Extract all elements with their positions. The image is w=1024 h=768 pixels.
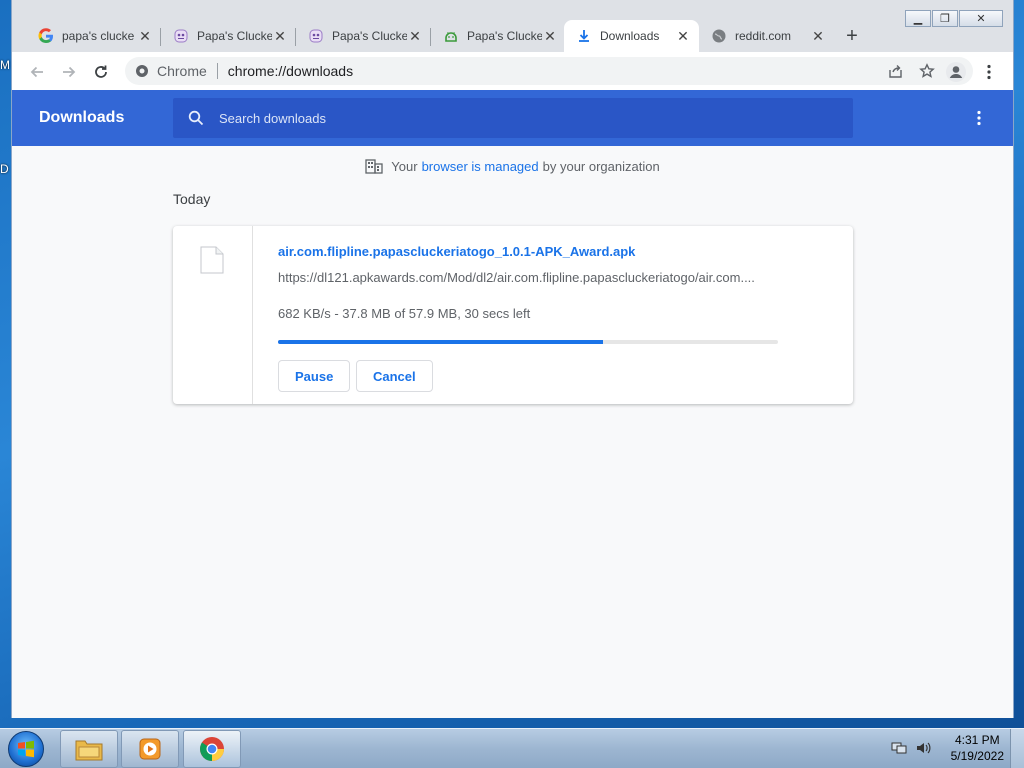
system-tray: 4:31 PM 5/19/2022 [891, 732, 1004, 764]
tab-title: Papa's Clucke [332, 29, 407, 43]
close-tab-icon[interactable]: ✕ [675, 28, 691, 44]
tab-title: Papa's Clucke [197, 29, 272, 43]
avatar-icon [946, 62, 966, 82]
taskbar-chrome[interactable] [183, 730, 241, 768]
new-tab-button[interactable]: + [840, 25, 864, 47]
tab-strip: papa's clucke ✕ Papa's Clucke ✕ Papa's C… [12, 0, 1013, 52]
close-window-button[interactable]: ✕ [959, 10, 1003, 27]
chrome-icon [200, 737, 224, 761]
close-tab-icon[interactable]: ✕ [137, 28, 153, 44]
omnibox-divider [216, 63, 218, 79]
restore-button[interactable]: ❐ [932, 10, 958, 27]
clock[interactable]: 4:31 PM 5/19/2022 [951, 732, 1004, 764]
managed-link[interactable]: browser is managed [422, 159, 539, 174]
site-chip: Chrome [157, 63, 207, 79]
download-progress-bar [278, 340, 778, 344]
clock-time: 4:31 PM [954, 733, 1000, 747]
android-icon [443, 28, 459, 44]
globe-icon [711, 28, 727, 44]
google-icon [38, 28, 54, 44]
search-box[interactable] [173, 98, 853, 138]
minimize-button[interactable]: ▁ [905, 10, 931, 27]
chrome-window: papa's clucke ✕ Papa's Clucke ✕ Papa's C… [11, 0, 1014, 718]
game-icon [308, 28, 324, 44]
address-bar[interactable]: Chrome chrome://downloads [125, 57, 973, 85]
tab-title: reddit.com [735, 29, 792, 43]
download-icon [576, 28, 592, 44]
page-title: Downloads [39, 109, 125, 126]
source-url[interactable]: https://dl121.apkawards.com/Mod/dl2/air.… [278, 270, 773, 285]
file-name-link[interactable]: air.com.flipline.papascluckeriatogo_1.0.… [278, 244, 635, 259]
downloads-menu-button[interactable] [971, 108, 987, 128]
desktop-icon-label-fragment: M [0, 58, 10, 72]
clock-date: 5/19/2022 [950, 749, 1004, 763]
forward-arrow-icon [63, 66, 76, 78]
toolbar: Chrome chrome://downloads [12, 52, 1013, 90]
close-tab-icon[interactable]: ✕ [542, 28, 558, 44]
window-controls: ▁ ❐ ✕ [904, 10, 1003, 27]
close-tab-icon[interactable]: ✕ [810, 28, 826, 44]
date-section-heading: Today [173, 191, 211, 207]
file-icon-column [173, 226, 253, 404]
download-status: 682 KB/s - 37.8 MB of 57.9 MB, 30 secs l… [278, 306, 531, 321]
tab-reddit[interactable]: reddit.com ✕ [699, 20, 834, 52]
search-input[interactable] [219, 110, 819, 126]
chrome-menu-button[interactable] [977, 60, 1001, 84]
download-progress-fill [278, 340, 603, 344]
tab-title: papa's clucke [62, 29, 135, 43]
taskbar-explorer[interactable] [60, 730, 118, 768]
tab-papas-cluckeria-3[interactable]: Papa's Clucke ✕ [431, 20, 566, 52]
windows-logo-icon [18, 740, 34, 758]
managed-prefix: Your [391, 158, 418, 174]
bookmark-star-icon[interactable] [919, 63, 935, 79]
managed-notice: Your browser is managed by your organiza… [12, 158, 1013, 174]
network-icon[interactable] [891, 740, 907, 756]
desktop-icon-label-fragment: D [0, 162, 9, 176]
search-icon [187, 109, 205, 127]
tab-papas-cluckeria-2[interactable]: Papa's Clucke ✕ [296, 20, 431, 52]
pause-button[interactable]: Pause [278, 360, 351, 392]
tab-downloads[interactable]: Downloads ✕ [564, 20, 699, 52]
reload-button[interactable] [89, 60, 113, 84]
volume-icon[interactable] [915, 740, 933, 756]
taskbar: 4:31 PM 5/19/2022 [0, 728, 1024, 768]
tab-title: Downloads [600, 29, 660, 43]
tab-papas-cluckeria-1[interactable]: Papa's Clucke ✕ [161, 20, 296, 52]
tab-title: Papa's Clucke [467, 29, 542, 43]
tab-google-search[interactable]: papa's clucke ✕ [26, 20, 161, 52]
profile-button[interactable] [944, 60, 968, 84]
download-item: air.com.flipline.papascluckeriatogo_1.0.… [173, 226, 853, 404]
kebab-menu-icon [977, 110, 981, 126]
taskbar-media-player[interactable] [121, 730, 179, 768]
file-icon [200, 246, 224, 274]
share-icon[interactable] [888, 64, 903, 79]
back-arrow-icon [30, 66, 43, 78]
show-desktop-button[interactable] [1010, 729, 1024, 768]
reload-icon [95, 65, 107, 78]
start-button[interactable] [8, 731, 44, 767]
downloads-header: Downloads [12, 90, 1013, 146]
kebab-menu-icon [987, 64, 991, 80]
close-tab-icon[interactable]: ✕ [407, 28, 423, 44]
managed-suffix: by your organization [542, 158, 660, 174]
folder-icon [75, 740, 103, 761]
game-icon [173, 28, 189, 44]
chrome-site-icon [136, 65, 148, 77]
downloads-page: Downloads Your browser is managed by you… [12, 90, 1013, 718]
cancel-button[interactable]: Cancel [356, 360, 433, 392]
building-icon [365, 159, 383, 174]
close-tab-icon[interactable]: ✕ [272, 28, 288, 44]
url-text[interactable]: chrome://downloads [228, 63, 353, 79]
media-player-icon [139, 738, 161, 760]
forward-button[interactable] [57, 60, 81, 84]
back-button[interactable] [25, 60, 49, 84]
